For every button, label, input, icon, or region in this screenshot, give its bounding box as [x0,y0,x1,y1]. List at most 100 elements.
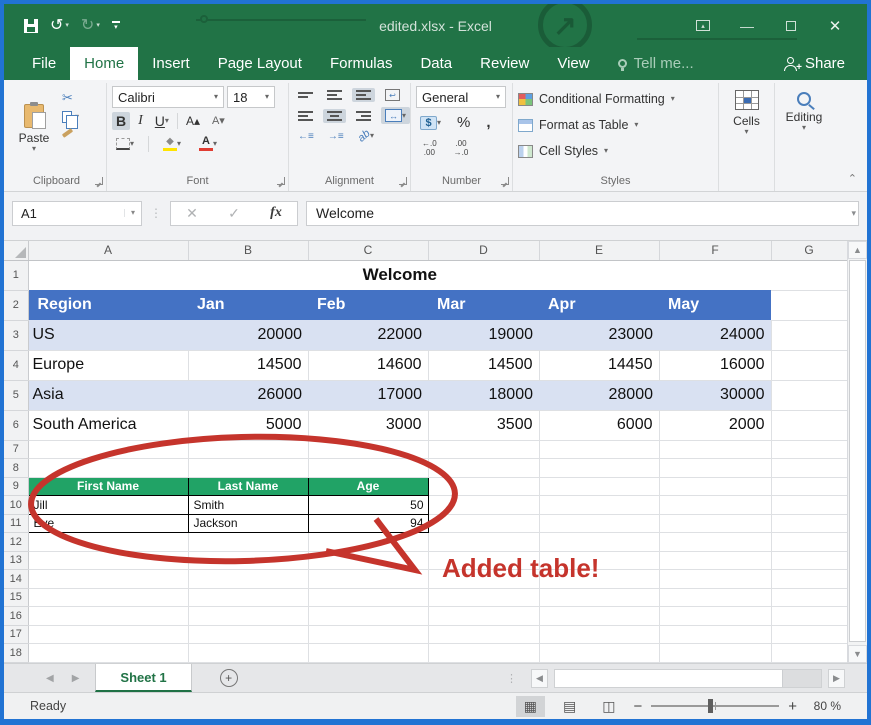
row-number-13[interactable]: 13 [4,551,28,570]
cell-empty[interactable] [771,607,847,626]
row-number-18[interactable]: 18 [4,644,28,663]
cell-empty[interactable] [428,533,539,552]
conditional-formatting-button[interactable]: Conditional Formatting▾ [518,86,713,112]
row-number-16[interactable]: 16 [4,607,28,626]
row-number-11[interactable]: 11 [4,514,28,533]
cell-empty[interactable] [539,607,659,626]
decrease-indent-button[interactable]: ←≡ [294,129,318,144]
cell-value[interactable]: 5000 [188,410,308,440]
cut-button[interactable]: ✂ [62,90,79,106]
cell-empty[interactable] [188,570,308,589]
tab-review[interactable]: Review [466,47,543,80]
column-header-A[interactable]: A [28,241,188,260]
cell-empty[interactable] [428,644,539,663]
cell-empty[interactable] [659,570,771,589]
cell-value[interactable]: 26000 [188,380,308,410]
maximize-button[interactable] [769,4,813,47]
cell-empty[interactable] [308,625,428,644]
cell-G3[interactable] [771,320,847,350]
cell-empty[interactable] [771,459,847,478]
align-left-button[interactable] [294,109,317,123]
cell-empty[interactable] [771,625,847,644]
cell-empty[interactable] [28,588,188,607]
cell-empty[interactable] [659,588,771,607]
cell-empty[interactable] [539,551,659,570]
cell-empty[interactable] [308,570,428,589]
cell-empty[interactable] [188,440,308,459]
cell-empty[interactable] [428,588,539,607]
paste-button[interactable]: Paste ▾ [12,86,56,171]
ribbon-display-options-button[interactable]: ▴ [681,4,725,47]
underline-button[interactable]: U▾ [151,112,173,130]
cell-empty[interactable] [771,533,847,552]
cell-empty[interactable] [539,588,659,607]
row-number-15[interactable]: 15 [4,588,28,607]
cell-empty[interactable] [308,440,428,459]
format-as-table-button[interactable]: Format as Table▾ [518,112,713,138]
bottom-align-button[interactable] [352,88,375,102]
column-header-G[interactable]: G [771,241,847,260]
cell-empty[interactable] [771,440,847,459]
vertical-scroll-thumb[interactable] [849,260,866,642]
cell-empty[interactable] [771,477,847,496]
close-button[interactable]: ✕ [813,4,857,47]
zoom-slider-handle[interactable] [708,699,713,713]
select-all-corner[interactable] [4,241,28,260]
tab-formulas[interactable]: Formulas [316,47,407,80]
cell-value[interactable]: 22000 [308,320,428,350]
cell-G4[interactable] [771,350,847,380]
tab-file[interactable]: File [18,47,70,80]
copy-button[interactable]: ▾ [62,111,79,123]
editing-button[interactable]: Editing ▾ [781,86,827,171]
formula-input[interactable]: Welcome▾ [306,201,859,226]
zoom-out-icon[interactable]: − [633,699,642,714]
tab-view[interactable]: View [543,47,603,80]
row-number-7[interactable]: 7 [4,440,28,459]
row-number-6[interactable]: 6 [4,410,28,440]
cancel-icon[interactable]: ✕ [171,205,213,222]
cell-header-may[interactable]: May [659,290,771,320]
cell-empty[interactable] [539,514,659,533]
zoom-slider[interactable] [651,705,779,707]
zoom-level[interactable]: 80 % [807,699,841,713]
cell-value[interactable]: 28000 [539,380,659,410]
decrease-decimal-button[interactable]: .00 →.0 [450,137,473,159]
redo-button[interactable]: ↻▾ [81,18,100,34]
cell-empty[interactable] [428,496,539,515]
alignment-dialog-launcher[interactable] [399,177,407,185]
align-center-button[interactable] [323,109,346,123]
merge-center-button[interactable]: ↔▾ [381,107,410,124]
cell-value[interactable]: 23000 [539,320,659,350]
collapse-ribbon-button[interactable]: ⌃ [848,172,857,185]
cell-empty[interactable] [28,570,188,589]
cell-t2-header-first-name[interactable]: First Name [28,477,188,496]
cell-value[interactable]: 30000 [659,380,771,410]
cell-empty[interactable] [659,644,771,663]
middle-align-button[interactable] [323,88,346,102]
cells-button[interactable]: Cells ▾ [724,86,769,171]
cell-empty[interactable] [188,625,308,644]
cell-value[interactable]: 6000 [539,410,659,440]
cell-empty[interactable] [659,514,771,533]
insert-function-icon[interactable]: fx [255,205,297,221]
cell-value[interactable]: 14500 [428,350,539,380]
cell-empty[interactable] [188,588,308,607]
borders-button[interactable]: ▾ [112,136,138,152]
row-number-5[interactable]: 5 [4,380,28,410]
tab-home[interactable]: Home [70,47,138,80]
cell-first-name[interactable]: Eve [28,514,188,533]
cell-value[interactable]: 3500 [428,410,539,440]
tabbar-splitter[interactable]: ⋮ [506,672,517,685]
row-number-17[interactable]: 17 [4,625,28,644]
cell-G5[interactable] [771,380,847,410]
cell-empty[interactable] [188,551,308,570]
row-number-2[interactable]: 2 [4,290,28,320]
cell-empty[interactable] [659,459,771,478]
cell-region-europe[interactable]: Europe [28,350,188,380]
scroll-right-icon[interactable]: ▶ [828,669,845,688]
column-header-B[interactable]: B [188,241,308,260]
cell-G6[interactable] [771,410,847,440]
cell-age[interactable]: 50 [308,496,428,515]
formula-bar-grip[interactable]: ⋮ [150,206,162,220]
cell-empty[interactable] [539,644,659,663]
